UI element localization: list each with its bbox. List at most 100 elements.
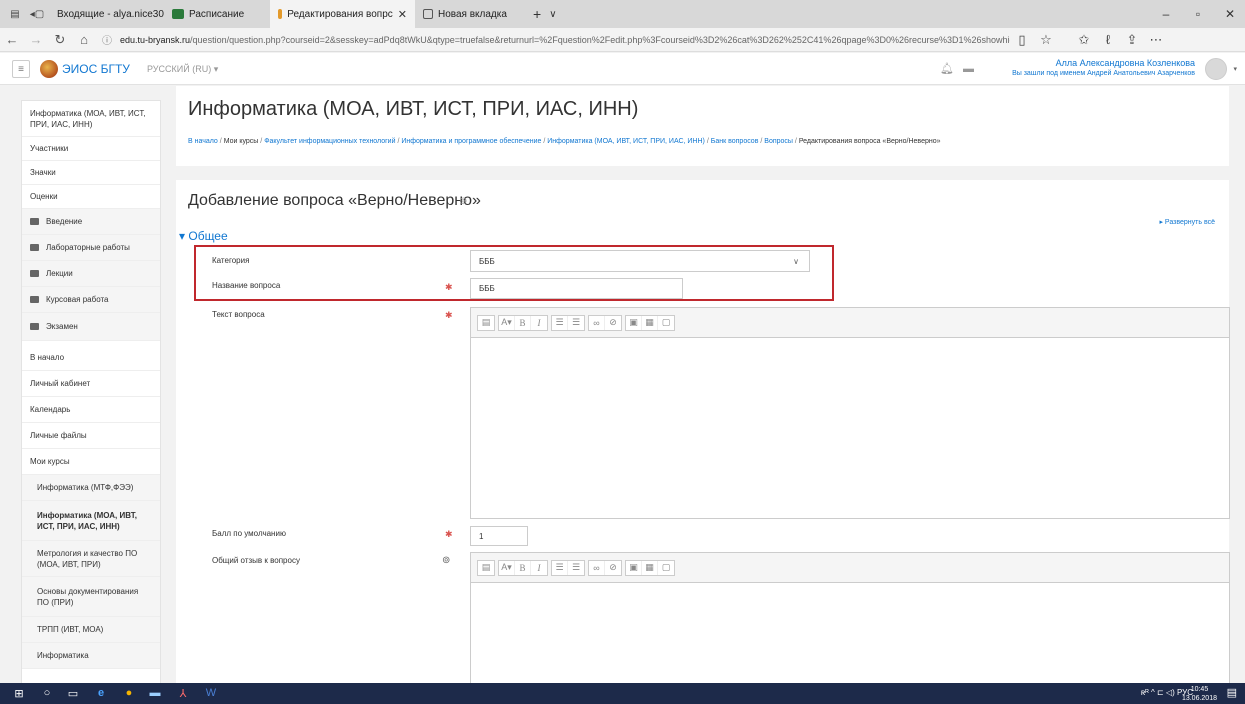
toolbar-toggle-icon[interactable]: ▤ [478,316,494,330]
sidebar-item-private-files[interactable]: Личные файлы [22,423,160,449]
home-icon[interactable]: ⌂ [72,32,96,47]
site-name[interactable]: ЭИОС БГТУ [62,62,130,76]
help-icon[interactable]: ⊚ [459,196,467,207]
sidebar-section-labs[interactable]: Лабораторные работы [22,235,160,261]
tab-schedule[interactable]: Расписание [164,0,260,28]
url-field[interactable]: edu.tu-bryansk.ru/question/question.php?… [120,35,1010,45]
toolbar-toggle-icon[interactable]: ▤ [478,561,494,575]
breadcrumb-link[interactable]: В начало [188,138,218,145]
sidebar-item-dashboard[interactable]: Личный кабинет [22,371,160,397]
question-text-editor[interactable]: ▤ A▾ B I ☰ ☰ ∞ ⊘ ▣ ▦ ▢ [470,307,1230,519]
file-manager-icon[interactable]: ▢ [658,316,674,330]
unlink-icon[interactable]: ⊘ [605,561,621,575]
tab-inbox[interactable]: Входящие - alya.nice3010@ [44,0,164,28]
image-icon[interactable]: ▣ [626,560,642,575]
breadcrumb-link[interactable]: Информатика и программное обеспечение [401,138,541,145]
messages-icon[interactable]: ▬ [963,63,974,75]
window-menu-icon[interactable]: ▤ [8,7,22,21]
breadcrumb-link[interactable]: Факультет информационных технологий [264,138,395,145]
avatar[interactable] [1205,58,1227,80]
chrome-icon[interactable]: ● [122,686,136,700]
favorite-star-icon[interactable]: ☆ [1034,32,1058,48]
notes-pen-icon[interactable]: ℓ [1096,32,1120,47]
user-menu-chevron-icon[interactable]: ▾ [1233,65,1237,73]
italic-icon[interactable]: I [531,316,547,330]
close-tab-icon[interactable]: ✕ [398,8,407,21]
action-center-icon[interactable]: ▤ [1227,686,1237,699]
file-manager-icon[interactable]: ▢ [658,561,674,575]
windows-start-icon[interactable]: ⊞ [12,686,26,700]
minimize-icon[interactable]: – [1151,0,1181,28]
default-grade-input[interactable]: 1 [470,526,528,546]
sidebar-section-exam[interactable]: Экзамен [22,313,160,341]
pdf-reader-icon[interactable]: ⅄ [176,686,190,700]
sidebar-section-intro[interactable]: Введение [22,209,160,235]
tab-edit-question[interactable]: Редактирования вопрс ✕ [270,0,415,28]
italic-icon[interactable]: I [531,561,547,575]
sidebar-item-badges[interactable]: Значки [22,161,160,185]
close-window-icon[interactable]: ✕ [1215,0,1245,28]
help-icon[interactable]: ⊚ [442,555,450,566]
tab-list-chevron-icon[interactable]: ∨ [549,9,556,20]
sidebar-item-calendar[interactable]: Календарь [22,397,160,423]
sidebar-course-link[interactable]: Основы документирования ПО (ПРИ) [22,577,160,617]
tab-new[interactable]: Новая вкладка [415,0,525,28]
sidebar-course-link[interactable]: Метрология и качество ПО (МОА, ИВТ, ПРИ) [22,541,160,577]
more-icon[interactable]: ⋯ [1144,32,1168,48]
hamburger-menu-icon[interactable]: ≡ [12,60,30,78]
logged-in-as[interactable]: Вы зашли под именем Андрей Анатольевич А… [1012,70,1195,77]
paragraph-style-icon[interactable]: A▾ [499,560,515,575]
general-section-toggle[interactable]: ▾ Общее [179,229,228,243]
breadcrumb-link[interactable]: Вопросы [764,138,793,145]
share-icon[interactable]: ⇪ [1120,32,1144,48]
bullet-list-icon[interactable]: ☰ [552,315,568,330]
sidebar-section-coursework[interactable]: Курсовая работа [22,287,160,313]
sidebar-item-participants[interactable]: Участники [22,137,160,161]
refresh-icon[interactable]: ↻ [48,32,72,48]
file-explorer-icon[interactable]: ▬ [148,686,162,700]
edge-browser-icon[interactable]: e [94,686,108,700]
media-icon[interactable]: ▦ [642,315,658,330]
numbered-list-icon[interactable]: ☰ [568,316,584,330]
notifications-bell-icon[interactable]: 🔔︎ [940,63,954,75]
favorites-hub-icon[interactable]: ✩ [1072,32,1096,48]
sidebar-item-my-courses[interactable]: Мои курсы [22,449,160,475]
user-name[interactable]: Алла Александровна Козленкова [1056,58,1195,68]
sidebar-item-home[interactable]: В начало [22,345,160,371]
media-icon[interactable]: ▦ [642,560,658,575]
restore-icon[interactable]: ▫ [1183,0,1213,28]
expand-all-link[interactable]: ▸ Развернуть всё [1159,218,1215,226]
bold-icon[interactable]: B [515,315,531,330]
forward-icon[interactable]: → [24,32,48,47]
back-icon[interactable]: ← [0,32,24,47]
word-icon[interactable]: W [204,686,218,700]
clock[interactable]: 10:45 13.06.2018 [1182,685,1217,703]
bold-icon[interactable]: B [515,560,531,575]
new-tab-icon[interactable]: + [533,6,541,22]
general-feedback-editor[interactable]: ▤ A▾ B I ☰ ☰ ∞ ⊘ ▣ ▦ ▢ [470,552,1230,704]
reading-view-icon[interactable]: ▯ [1010,32,1034,48]
sidebar-section-lectures[interactable]: Лекции [22,261,160,287]
sidebar-course-title[interactable]: Информатика (МОА, ИВТ, ИСТ, ПРИ, ИАС, ИН… [22,101,160,137]
tab-back-icon[interactable]: ◂▢ [30,7,44,21]
breadcrumb-link[interactable]: Мои курсы [224,138,259,145]
link-icon[interactable]: ∞ [589,315,605,330]
numbered-list-icon[interactable]: ☰ [568,561,584,575]
sidebar-course-link[interactable]: Информатика (МТФ,ФЭЭ) [22,475,160,501]
sidebar-course-link[interactable]: Информатика [22,643,160,669]
sidebar-item-grades[interactable]: Оценки [22,185,160,209]
image-icon[interactable]: ▣ [626,315,642,330]
site-logo[interactable] [40,60,58,78]
sidebar-course-link[interactable]: ТРПП (ИВТ, МОА) [22,617,160,643]
paragraph-style-icon[interactable]: A▾ [499,315,515,330]
breadcrumb-link[interactable]: Банк вопросов [711,138,759,145]
breadcrumb-link[interactable]: Информатика (МОА, ИВТ, ИСТ, ПРИ, ИАС, ИН… [547,138,705,145]
info-icon[interactable]: ⓘ [102,32,112,47]
sidebar-course-link-current[interactable]: Информатика (МОА, ИВТ, ИСТ, ПРИ, ИАС, ИН… [22,501,160,541]
search-icon[interactable]: ○ [40,686,54,700]
language-menu[interactable]: РУССКИЙ (RU) ▾ [147,64,218,75]
link-icon[interactable]: ∞ [589,560,605,575]
unlink-icon[interactable]: ⊘ [605,316,621,330]
bullet-list-icon[interactable]: ☰ [552,560,568,575]
task-view-icon[interactable]: ▭ [66,686,80,700]
